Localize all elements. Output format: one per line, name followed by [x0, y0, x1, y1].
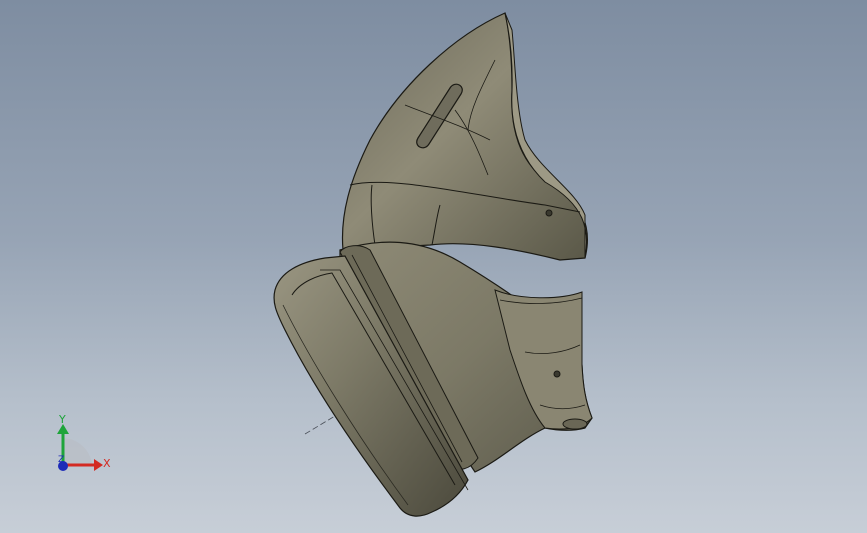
- view-orientation-triad: Y X Z: [40, 408, 130, 488]
- hole-lower: [553, 370, 561, 378]
- upper-fin-shell: [341, 12, 588, 261]
- y-axis-label: Y: [59, 413, 66, 426]
- 3d-model-part[interactable]: [0, 0, 867, 533]
- z-axis-label: Z: [58, 455, 65, 465]
- hole-upper: [545, 209, 553, 217]
- x-axis-label: X: [103, 457, 111, 470]
- x-arrow-icon: [94, 459, 103, 471]
- bottom-boss: [562, 418, 588, 430]
- graphics-viewport[interactable]: Y X Z: [0, 0, 867, 533]
- triad-graphic: [57, 424, 103, 471]
